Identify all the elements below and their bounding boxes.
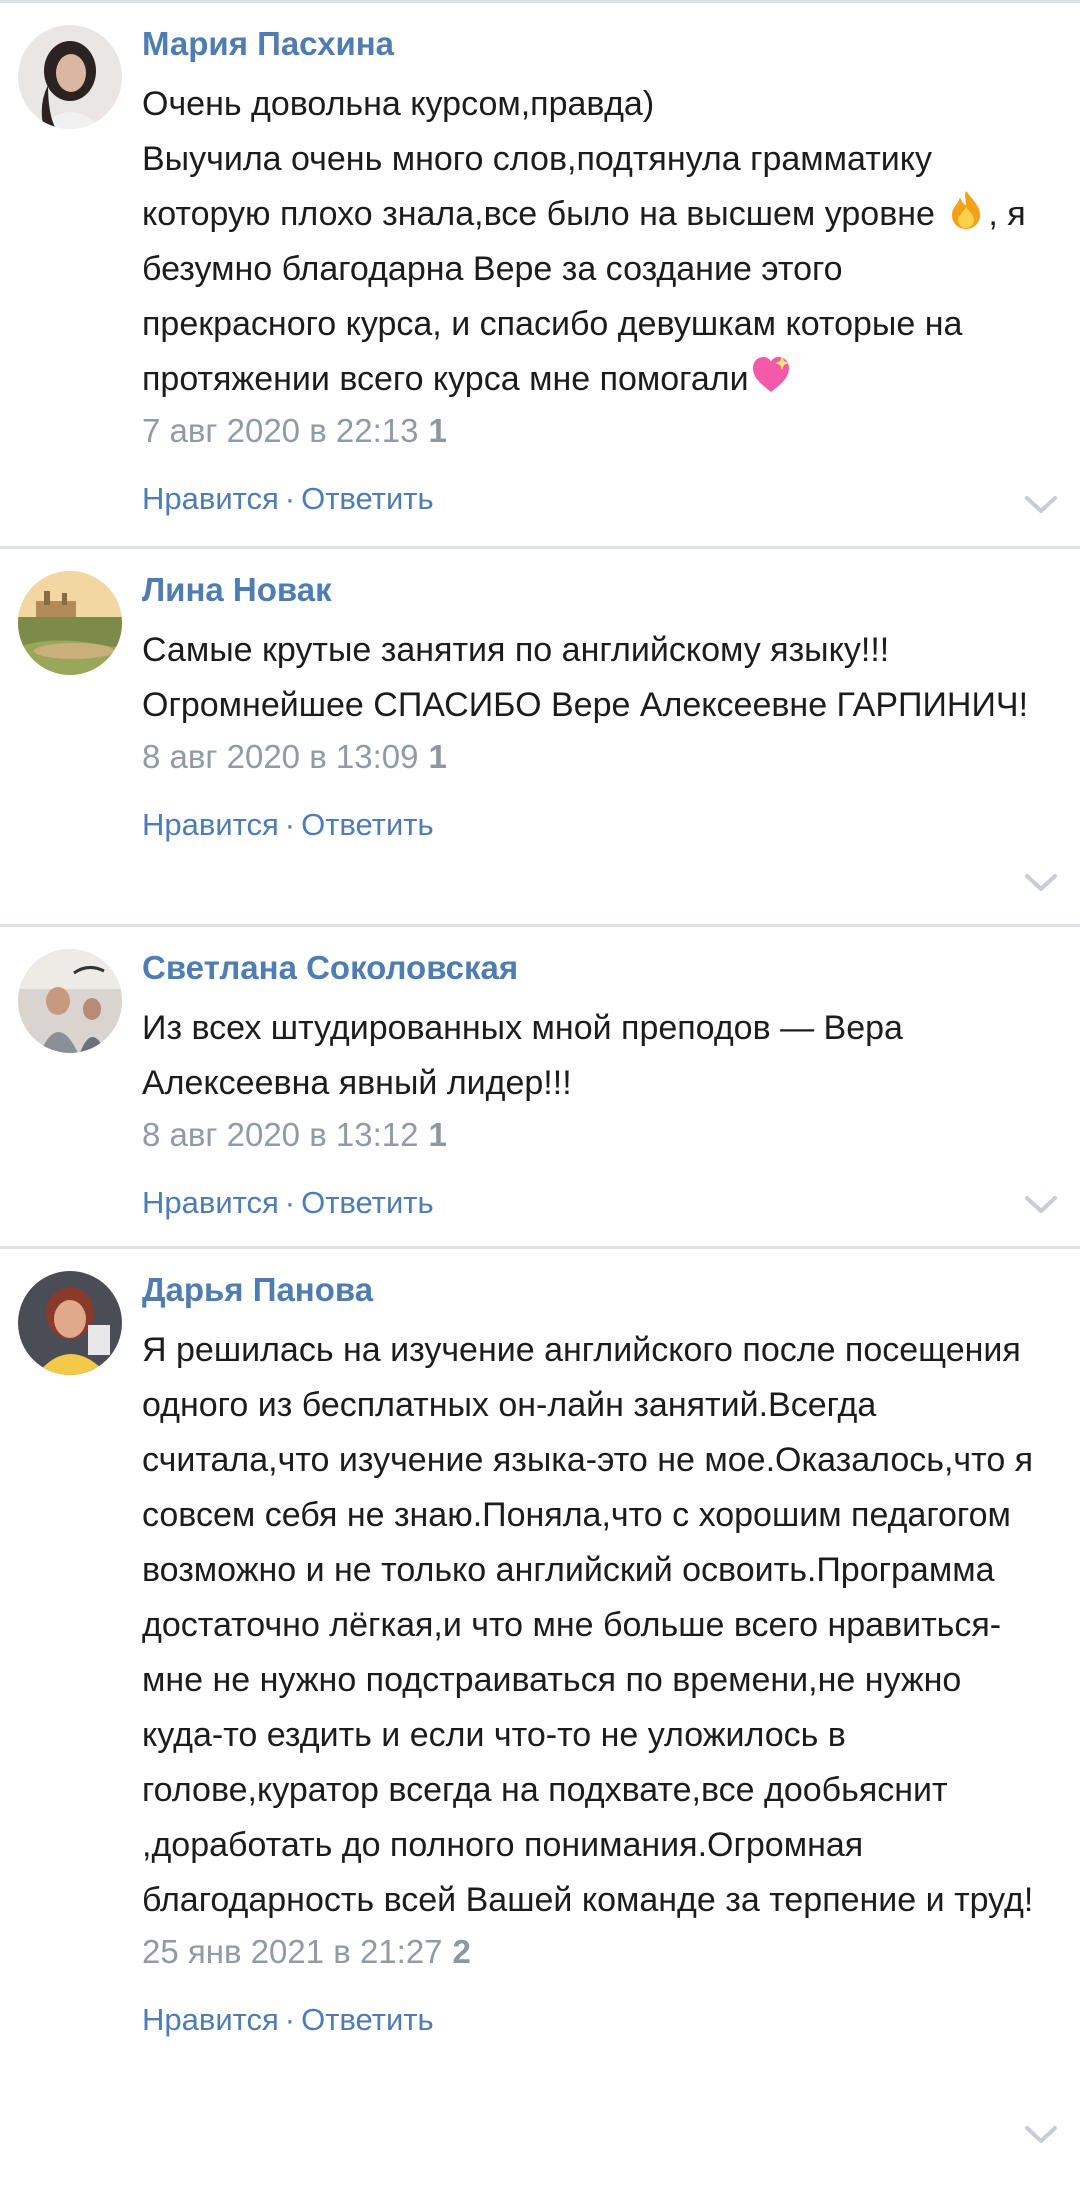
avatar[interactable] [18,571,122,675]
like-count: 1 [428,412,447,449]
comment-actions: Нравится · Ответить [142,805,1040,873]
like-count: 1 [428,1116,447,1153]
reply-link[interactable]: Ответить [301,2002,434,2037]
comment-meta: 8 авг 2020 в 13:12 1 [142,1113,1040,1157]
chevron-down-icon[interactable] [1024,2124,1058,2146]
comment-item: Мария Пасхина Очень довольна курсом,прав… [0,3,1080,546]
comments-feed: Мария Пасхина Очень довольна курсом,прав… [0,0,1080,2176]
actions-separator: · [284,2002,296,2037]
comment-text-line: Очень довольна курсом,правда) [142,85,655,123]
like-link[interactable]: Нравится [142,481,279,516]
fire-emoji [944,187,988,231]
chevron-down-icon[interactable] [1024,872,1058,894]
comment-meta: 8 авг 2020 в 13:09 1 [142,735,1040,779]
comment-actions: Нравится · Ответить [142,2000,1040,2068]
comment-text: Самые крутые занятия по английскому язык… [142,631,1029,724]
comment-date[interactable]: 8 авг 2020 в 13:09 [142,738,418,775]
chevron-down-icon[interactable] [1024,494,1058,516]
reply-link[interactable]: Ответить [301,807,434,842]
comment-item: Дарья Панова Я решилась на изучение англ… [0,1246,1080,2176]
reply-link[interactable]: Ответить [301,481,434,516]
chevron-down-icon[interactable] [1024,1194,1058,1216]
comment-text: Из всех штудированных мной преподов — Ве… [142,1009,903,1102]
sparkling-heart-emoji [749,352,793,396]
avatar[interactable] [18,25,122,129]
comment-actions: Нравится · Ответить [142,1183,1040,1251]
comment-item: Светлана Соколовская Из всех штудированн… [0,924,1080,1246]
avatar[interactable] [18,949,122,1053]
comment-meta: 25 янв 2021 в 21:27 2 [142,1930,1040,1974]
author-name[interactable]: Светлана Соколовская [142,947,1040,989]
comment-date[interactable]: 8 авг 2020 в 13:12 [142,1116,418,1153]
author-name[interactable]: Мария Пасхина [142,23,1040,65]
like-link[interactable]: Нравится [142,807,279,842]
comment-date[interactable]: 25 янв 2021 в 21:27 [142,1933,443,1970]
like-link[interactable]: Нравится [142,1185,279,1220]
actions-separator: · [284,1185,296,1220]
like-count: 1 [428,738,447,775]
comment-actions: Нравится · Ответить [142,479,1040,547]
like-link[interactable]: Нравится [142,2002,279,2037]
comment-date[interactable]: 7 авг 2020 в 22:13 [142,412,418,449]
comment-text: Очень довольна курсом,правда) Выучила оч… [142,77,1040,407]
avatar[interactable] [18,1271,122,1375]
author-name[interactable]: Лина Новак [142,569,1040,611]
reply-link[interactable]: Ответить [301,1185,434,1220]
actions-separator: · [284,807,296,842]
comment-text-line: Выучила очень много слов,подтянула грамм… [142,140,935,233]
comment-item: Лина Новак Самые крутые занятия по англи… [0,546,1080,924]
comment-meta: 7 авг 2020 в 22:13 1 [142,409,1040,453]
actions-separator: · [284,481,296,516]
like-count: 2 [452,1933,471,1970]
comment-text: Я решилась на изучение английского после… [142,1331,1034,1919]
author-name[interactable]: Дарья Панова [142,1269,1040,1311]
